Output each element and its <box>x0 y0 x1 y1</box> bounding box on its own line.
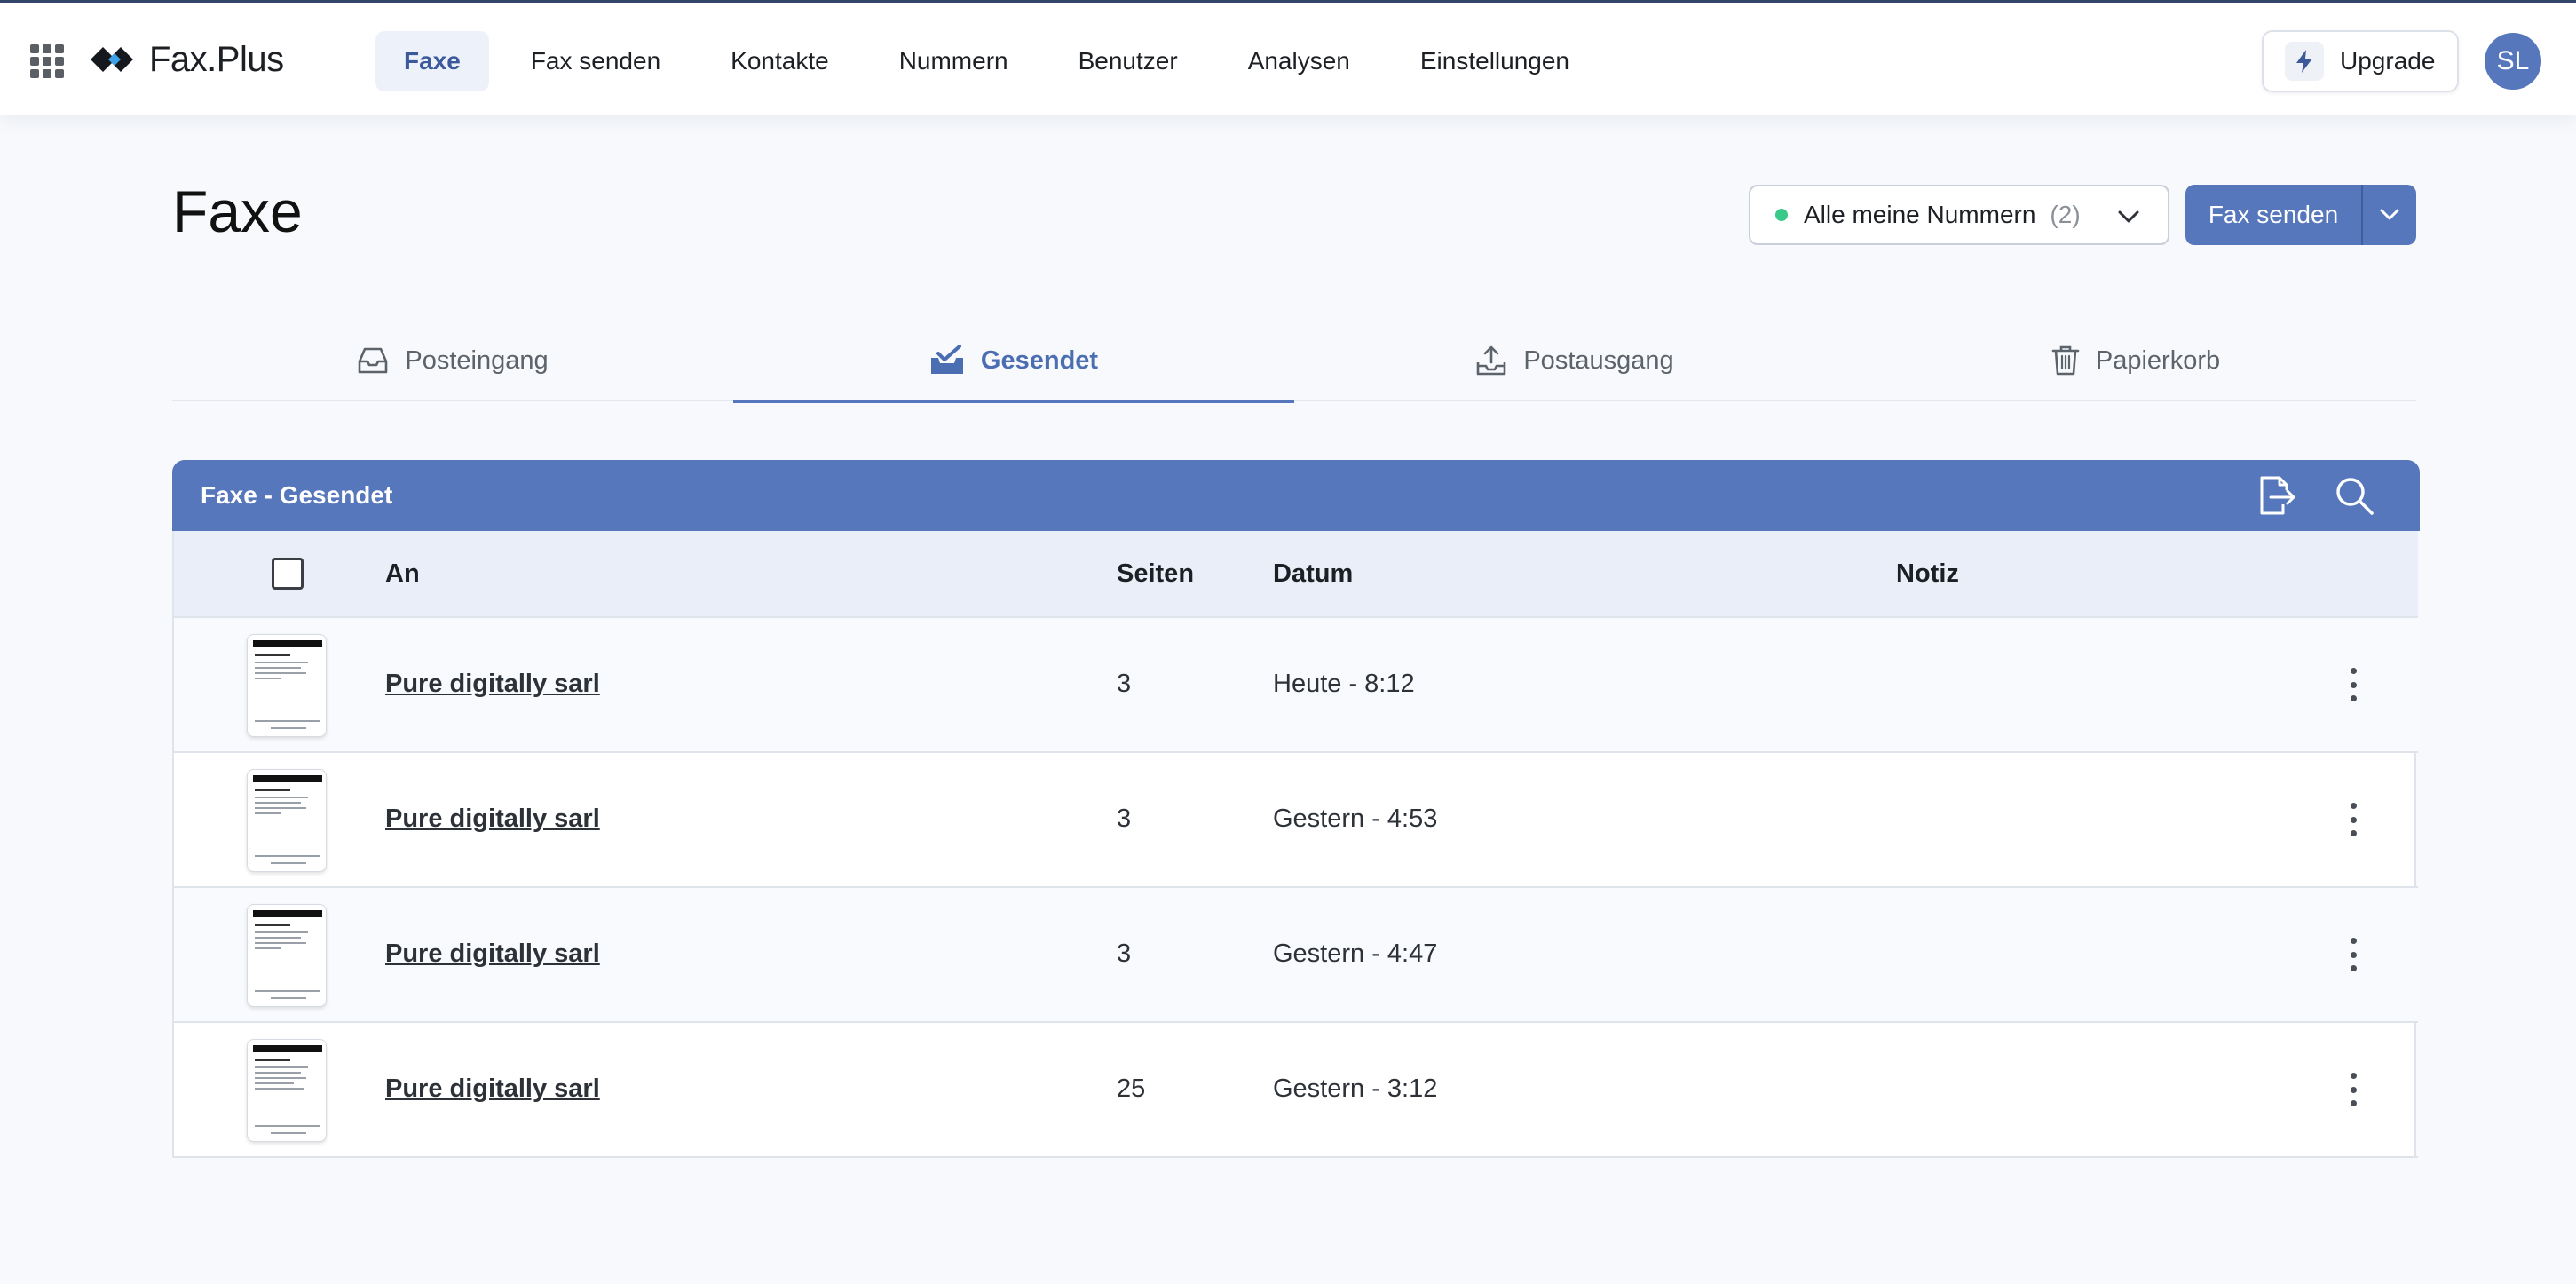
fax-preview-thumbnail[interactable] <box>247 1039 327 1142</box>
status-dot-icon <box>1775 209 1788 221</box>
recipient-link[interactable]: Pure digitally sarl <box>385 1074 600 1104</box>
app-logo[interactable]: Fax.Plus <box>89 36 284 83</box>
more-options-icon[interactable] <box>2340 797 2367 842</box>
chevron-down-icon <box>2118 210 2139 223</box>
app-name: Fax.Plus <box>149 39 284 79</box>
nav-item-benutzer[interactable]: Benutzer <box>1050 31 1206 91</box>
table-row[interactable]: Pure digitally sarl 3 Gestern - 4:53 <box>174 753 2418 888</box>
send-fax-button[interactable]: Fax senden <box>2185 185 2363 245</box>
table-title: Faxe - Gesendet <box>201 481 393 509</box>
more-options-icon[interactable] <box>2340 932 2367 977</box>
nav-item-analysen[interactable]: Analysen <box>1220 31 1379 91</box>
tab-label: Papierkorb <box>2095 345 2221 375</box>
tab-papierkorb[interactable]: Papierkorb <box>1855 320 2416 401</box>
column-header-row: An Seiten Datum Notiz <box>174 531 2418 618</box>
chevron-down-icon <box>2380 209 2399 220</box>
page-title: Faxe <box>172 178 303 244</box>
nav-item-kontakte[interactable]: Kontakte <box>702 31 857 91</box>
column-header-note[interactable]: Notiz <box>1896 559 1959 589</box>
recipient-link[interactable]: Pure digitally sarl <box>385 670 600 699</box>
fax-date: Gestern - 4:53 <box>1273 804 1438 833</box>
table-row[interactable]: Pure digitally sarl 25 Gestern - 3:12 <box>174 1023 2418 1158</box>
recipient-link[interactable]: Pure digitally sarl <box>385 804 600 834</box>
nav-item-nummern[interactable]: Nummern <box>871 31 1037 91</box>
column-header-pages[interactable]: Seiten <box>1117 559 1194 589</box>
tab-label: Posteingang <box>405 345 549 375</box>
column-header-to[interactable]: An <box>385 559 420 589</box>
upgrade-label: Upgrade <box>2340 47 2436 75</box>
tab-gesendet[interactable]: Gesendet <box>733 320 1294 403</box>
user-avatar[interactable]: SL <box>2485 33 2541 90</box>
page-count: 3 <box>1117 939 1132 968</box>
main-nav: Faxe Fax senden Kontakte Nummern Benutze… <box>375 31 1611 91</box>
nav-item-einstellungen[interactable]: Einstellungen <box>1392 31 1598 91</box>
outbox-upload-icon <box>1477 345 1506 376</box>
upgrade-button[interactable]: Upgrade <box>2262 30 2459 92</box>
tab-label: Gesendet <box>980 345 1099 375</box>
lightning-icon <box>2285 42 2324 81</box>
number-count: (2) <box>2050 201 2081 228</box>
nav-item-fax-senden[interactable]: Fax senden <box>502 31 689 91</box>
fax-date: Heute - 8:12 <box>1273 670 1415 698</box>
top-navigation-bar: Fax.Plus Faxe Fax senden Kontakte Nummer… <box>0 0 2576 115</box>
table-row[interactable]: Pure digitally sarl 3 Heute - 8:12 <box>174 618 2418 753</box>
folder-tabs: Posteingang Gesendet Postausgang Papierk… <box>172 320 2416 403</box>
number-select-label: Alle meine Nummern <box>1804 201 2036 228</box>
apps-grid-icon[interactable] <box>30 44 64 78</box>
table-header-bar: Faxe - Gesendet <box>172 460 2420 531</box>
trash-icon <box>2051 345 2080 376</box>
fax-date: Gestern - 4:47 <box>1273 939 1438 968</box>
fax-table: Faxe - Gesendet An Seiten Datum Notiz Pu… <box>172 460 2420 1158</box>
fax-plus-logo-icon <box>91 47 133 72</box>
inbox-icon <box>359 347 388 374</box>
more-options-icon[interactable] <box>2340 1067 2367 1112</box>
search-icon[interactable] <box>2333 474 2375 517</box>
select-all-checkbox[interactable] <box>272 558 304 590</box>
fax-preview-thumbnail[interactable] <box>247 769 327 872</box>
page-count: 3 <box>1117 670 1132 698</box>
tab-posteingang[interactable]: Posteingang <box>172 320 733 401</box>
column-header-date[interactable]: Datum <box>1273 559 1353 589</box>
recipient-link[interactable]: Pure digitally sarl <box>385 939 600 969</box>
nav-item-faxe[interactable]: Faxe <box>375 31 489 91</box>
fax-preview-thumbnail[interactable] <box>247 634 327 737</box>
tab-postausgang[interactable]: Postausgang <box>1294 320 1855 401</box>
send-fax-split-button: Fax senden <box>2185 185 2416 245</box>
fax-preview-thumbnail[interactable] <box>247 904 327 1007</box>
page-count: 25 <box>1117 1074 1146 1103</box>
sent-check-icon <box>930 345 963 374</box>
more-options-icon[interactable] <box>2340 662 2367 707</box>
tab-label: Postausgang <box>1523 345 1674 375</box>
page-count: 3 <box>1117 804 1132 833</box>
table-row[interactable]: Pure digitally sarl 3 Gestern - 4:47 <box>174 888 2418 1023</box>
send-fax-dropdown-button[interactable] <box>2363 185 2416 245</box>
export-document-icon[interactable] <box>2255 474 2297 517</box>
fax-date: Gestern - 3:12 <box>1273 1074 1438 1103</box>
number-select-dropdown[interactable]: Alle meine Nummern (2) <box>1749 185 2169 245</box>
